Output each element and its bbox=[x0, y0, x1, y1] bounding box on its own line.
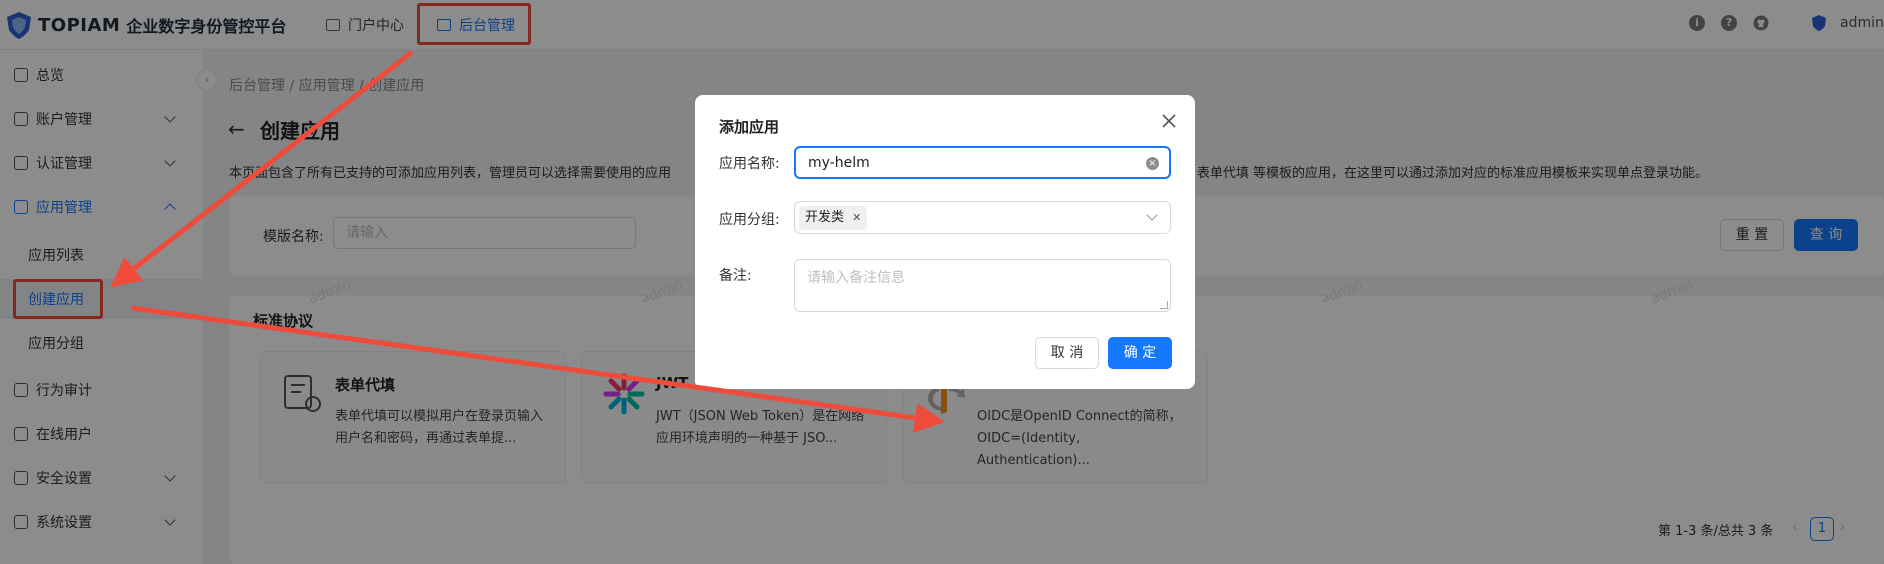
resize-handle-icon[interactable] bbox=[1160, 301, 1168, 309]
app-name-value: my-helm bbox=[808, 155, 870, 171]
modal-title: 添加应用 bbox=[719, 118, 780, 136]
app-name-input[interactable]: my-helm × bbox=[794, 146, 1171, 179]
remark-placeholder: 请输入备注信息 bbox=[807, 270, 905, 286]
app-group-select[interactable]: 开发类 ✕ bbox=[794, 201, 1171, 234]
add-app-modal: 添加应用 应用名称: my-helm × 应用分组: 开发类 ✕ 备注: 请输入… bbox=[695, 95, 1195, 389]
ok-button[interactable]: 确 定 bbox=[1108, 337, 1172, 369]
app-group-label: 应用分组: bbox=[719, 212, 780, 228]
remark-label: 备注: bbox=[719, 268, 752, 284]
group-tag-label: 开发类 bbox=[805, 210, 845, 225]
app-name-label: 应用名称: bbox=[719, 156, 780, 172]
remark-textarea[interactable]: 请输入备注信息 bbox=[794, 259, 1171, 312]
clear-icon[interactable]: × bbox=[1146, 157, 1159, 170]
chevron-down-icon bbox=[1146, 209, 1158, 221]
group-tag: 开发类 ✕ bbox=[799, 206, 868, 230]
cancel-button[interactable]: 取 消 bbox=[1035, 337, 1099, 369]
tag-remove-icon[interactable]: ✕ bbox=[852, 211, 861, 224]
close-icon[interactable] bbox=[1159, 111, 1179, 131]
